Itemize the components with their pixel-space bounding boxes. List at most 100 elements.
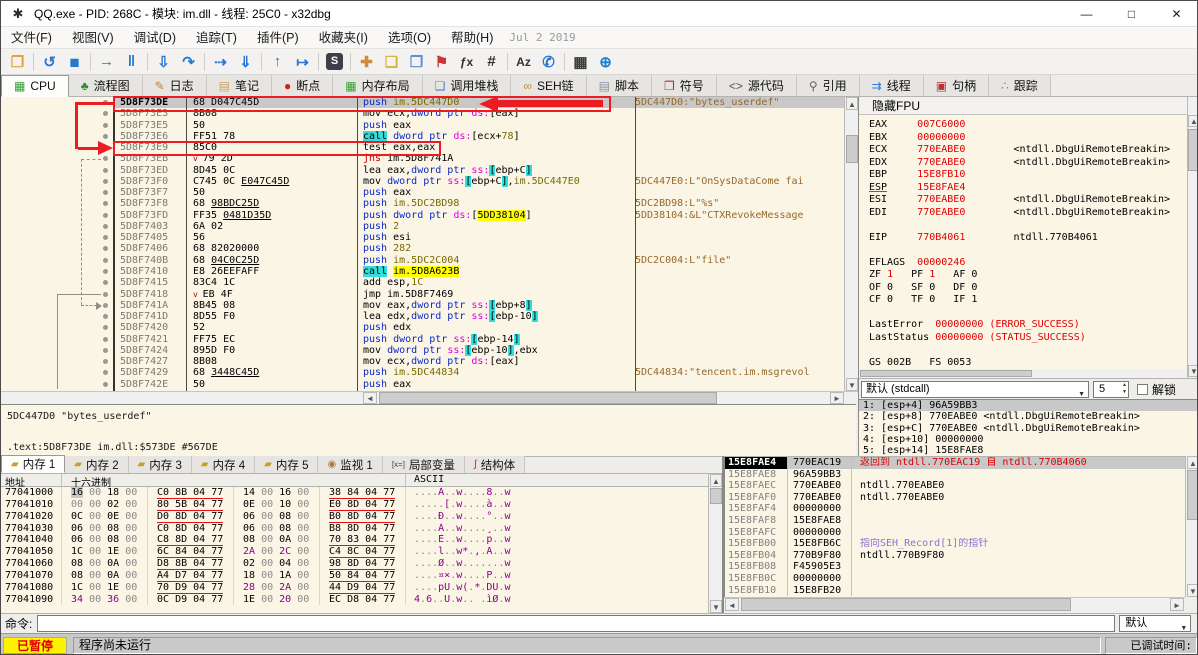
disasm-row[interactable]: 5D8F741A 8B45 08 mov eax,dword ptr ss:[ebp… [1,299,844,312]
menu-item[interactable]: 文件(F) [1,27,62,49]
breakpoint-gutter[interactable] [1,175,113,188]
register-line[interactable] [859,219,1187,232]
disasm-row[interactable]: 5D8F7429 68 3448C45D push im.5DC44834 5DC44… [1,367,844,379]
calling-convention-select[interactable]: 默认 (stdcall) ▼ [861,380,1089,398]
stack-hscrollbar[interactable]: ◄ ► [724,597,1185,611]
tab-call-stack[interactable]: ❏ 调用堆栈 [422,75,512,96]
scroll-down-icon[interactable]: ▼ [846,378,858,391]
register-line[interactable]: EIP 770B4061 ntdll.770B4061 [859,232,1187,245]
register-line[interactable]: EDX 770EABE0 <ntdll.DbgUiRemoteBreakin> [859,157,1187,170]
stack-row[interactable]: 15E8FB10 15E8FB20 [725,584,1185,597]
stack-row[interactable]: 15E8FAE4 770EAC19 返回到 ntdll.770EAC19 自 ntd… [725,457,1185,469]
register-line[interactable]: OF 0 SF 0 DF 0 [859,282,1187,295]
breakpoint-gutter[interactable] [1,164,113,176]
stack-row[interactable]: 15E8FAFC 00000000 [725,526,1185,539]
trace-over-icon[interactable]: ⇓ [233,51,258,73]
stack-row[interactable]: 15E8FAEC 770EABE0 ntdll.770EABE0 [725,480,1185,492]
argument-hint-row[interactable]: 2: [esp+8] 770EABE0 <ntdll.DbgUiRemoteBr… [859,411,1197,422]
tab-seh[interactable]: ∞ SEH链 [511,75,587,96]
scroll-up-icon[interactable]: ▲ [710,474,722,487]
tab-cpu[interactable]: ▦ CPU [1,75,69,97]
scroll-thumb[interactable] [846,135,858,163]
globe-icon[interactable]: ⊕ [593,51,618,73]
stack-vscrollbar[interactable]: ▲ ▼ [1185,456,1197,597]
dump-row[interactable]: 77041050 1C 00 1E 00 6C 84 04 77 2A 00 2C 0… [1,546,708,559]
dump-row[interactable]: 77041000 16 00 18 00 C0 8B 04 77 14 00 16 0… [1,487,708,499]
tab-memory-map[interactable]: ▦ 内存布局 [333,75,423,96]
restart-icon[interactable]: ↺ [37,51,62,73]
breakpoint-gutter[interactable] [1,220,113,233]
step-over-icon[interactable]: ↷ [176,51,201,73]
breakpoint-gutter[interactable] [1,277,113,289]
register-line[interactable]: LastStatus 00000000 (STATUS_SUCCESS) [859,332,1187,345]
patch-icon[interactable]: ✚ [354,51,379,73]
argument-hint-row[interactable]: 3: [esp+C] 770EABE0 <ntdll.DbgUiRemoteBr… [859,423,1197,434]
disasm-row[interactable]: 5D8F7427 8B08 mov ecx,dword ptr ds:[eax] [1,356,844,368]
breakpoint-gutter[interactable] [1,209,113,221]
scroll-thumb[interactable] [1187,470,1197,520]
toggle-breakpoint-s-icon[interactable]: S [322,51,347,73]
tab-symbols[interactable]: ❒ 符号 [652,75,717,96]
scroll-down-icon[interactable]: ▼ [1187,584,1197,597]
menu-item[interactable]: 追踪(T) [186,27,247,49]
disasm-row[interactable]: 5D8F73ED 8D45 0C lea eax,dword ptr ss:[ebp… [1,164,844,176]
scroll-left-icon[interactable]: ◄ [725,598,739,611]
stack-row[interactable]: 15E8FAF8 15E8FAE8 [725,514,1185,527]
register-line[interactable]: ZF 1 PF 1 AF 0 [859,269,1187,282]
hide-fpu-button[interactable]: 隐藏FPU [859,97,1197,115]
scroll-thumb[interactable] [710,488,722,504]
hex-dump-pane[interactable]: 地址 十六进制 ASCII 77041000 16 00 18 00 C0 8B 0… [1,474,708,613]
tab-dump-5[interactable]: ▰ 内存 5 [255,456,319,473]
dump-row[interactable]: 77041020 0C 00 0E 00 D0 8D 04 77 06 00 08 0… [1,510,708,523]
execute-till-return-icon[interactable]: ↑ [265,51,290,73]
register-line[interactable] [859,307,1187,320]
tab-locals[interactable]: [x=] 局部变量 [382,456,465,473]
register-line[interactable]: EFLAGS 00000246 [859,257,1187,270]
stack-row[interactable]: 15E8FB00 15E8FB6C 指向SEH_Record[1]的指针 [725,538,1185,550]
register-line[interactable]: ECX 770EABE0 <ntdll.DbgUiRemoteBreakin> [859,144,1187,157]
disasm-vscrollbar[interactable]: ▲ ▼ [844,97,858,391]
hash-icon[interactable]: # [479,51,504,73]
disasm-row[interactable]: 5D8F7418 v EB 4F jmp im.5D8F7469 [1,288,844,300]
dump-row[interactable]: 77041060 08 00 0A 00 D8 8B 04 77 02 00 04 0… [1,558,708,570]
disasm-row[interactable]: 5D8F7424 895D F0 mov dword ptr ss:[ebp-10]… [1,344,844,357]
open-folder-icon[interactable]: ❐ [5,51,30,73]
register-line[interactable]: EDI 770EABE0 <ntdll.DbgUiRemoteBreakin> [859,207,1187,220]
dump-row[interactable]: 77041070 08 00 0A 00 A4 D7 04 77 18 00 1A 0… [1,569,708,582]
scroll-thumb[interactable] [860,370,1032,377]
run-icon[interactable]: → [94,51,119,73]
disasm-row[interactable]: 5D8F740B 68 04C0C25D push im.5DC2C004 5DC2C… [1,254,844,266]
menu-item[interactable]: 调试(D) [124,27,186,49]
disasm-row[interactable]: 5D8F7403 6A 02 push 2 [1,220,844,233]
breakpoint-gutter[interactable] [1,130,113,143]
disasm-row[interactable]: 5D8F742E 50 push eax [1,378,844,390]
scroll-down-icon[interactable]: ▼ [710,600,722,613]
register-line[interactable]: LastError 00000000 (ERROR_SUCCESS) [859,319,1187,332]
breakpoint-gutter[interactable] [1,254,113,266]
tab-graph[interactable]: ♣ 流程图 [68,75,143,96]
tab-references[interactable]: ⚲ 引用 [796,75,860,96]
unlock-checkbox[interactable] [1137,383,1148,395]
tab-notes[interactable]: ▤ 笔记 [206,75,273,96]
command-input[interactable] [37,615,1116,632]
tab-threads[interactable]: ⇉ 线程 [859,75,924,96]
menu-item[interactable]: 帮助(H) [441,27,503,49]
dump-row[interactable]: 77041040 06 00 08 00 C8 8D 04 77 08 00 0A 0… [1,534,708,547]
tab-trace[interactable]: ∴ 跟踪 [989,75,1051,96]
register-line[interactable]: ESP 15E8FAE4 [859,182,1187,195]
comment-icon[interactable]: ❏ [379,51,404,73]
register-line[interactable]: EBX 00000000 [859,132,1187,145]
stack-row[interactable]: 15E8FB04 770B9F80 ntdll.770B9F80 [725,549,1185,562]
scroll-thumb[interactable] [1188,129,1197,171]
stack-row[interactable]: 15E8FAF0 770EABE0 ntdll.770EABE0 [725,491,1185,504]
spinner-icons[interactable]: ▲ ▼ [1122,382,1127,396]
scroll-right-icon[interactable]: ► [1170,598,1184,611]
breakpoint-gutter[interactable] [1,243,113,255]
calculator-icon[interactable]: ▦ [568,51,593,73]
command-mode-select[interactable]: 默认 ▼ [1119,615,1192,632]
tab-handles[interactable]: ▣ 句柄 [923,75,990,96]
tab-dump-3[interactable]: ▰ 内存 3 [128,456,192,473]
disasm-row[interactable]: 5D8F73F7 50 push eax [1,187,844,199]
scroll-thumb[interactable] [379,392,717,404]
scroll-up-icon[interactable]: ▲ [1187,456,1197,469]
